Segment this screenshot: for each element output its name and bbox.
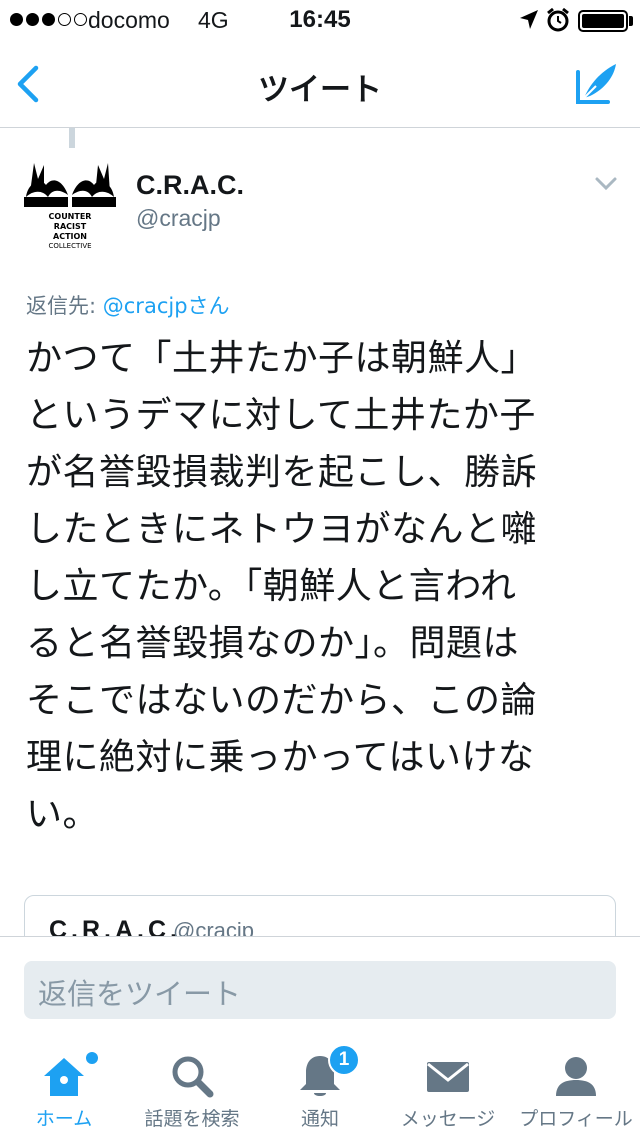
tab-messages[interactable]: メッセージ xyxy=(384,1036,512,1136)
tweet-menu-button[interactable] xyxy=(594,176,618,196)
tab-profile[interactable]: プロフィール xyxy=(512,1036,640,1136)
tweet-line: そこではないのだから、この論 xyxy=(26,680,538,721)
user-name[interactable]: C.R.A.C. xyxy=(136,170,244,201)
tweet-text: かつて「土井たか子は朝鮮人」 というデマに対して土井たか子 が名誉毀損裁判を起こ… xyxy=(26,330,616,843)
location-icon xyxy=(518,8,540,38)
reply-to-mention[interactable]: @cracjpさん xyxy=(103,294,230,318)
avatar-text-3: ACTION xyxy=(53,232,87,241)
tab-home[interactable]: ホーム xyxy=(0,1036,128,1136)
tab-bar: ホーム 話題を検索 通知 1 メッセージ プロフィール xyxy=(0,1036,640,1136)
tweet-line: が名誉毀損裁判を起こし、勝訴 xyxy=(26,452,538,493)
tweet-line: い。 xyxy=(26,794,100,835)
reply-input[interactable]: 返信をツイート xyxy=(24,961,616,1019)
notification-badge: 1 xyxy=(328,1044,360,1076)
tab-search-label: 話題を検索 xyxy=(144,1108,240,1130)
page-title: ツイート xyxy=(258,72,382,108)
home-icon xyxy=(44,1058,84,1096)
user-handle[interactable]: @cracjp xyxy=(136,205,221,232)
person-icon xyxy=(556,1057,596,1096)
reply-to-label: 返信先: xyxy=(26,294,103,318)
tweet-line: かつて「土井たか子は朝鮮人」 xyxy=(26,338,538,379)
thread-connector-line xyxy=(69,128,75,148)
tweet-line: 理に絶対に乗っかってはいけな xyxy=(26,737,535,778)
alarm-icon xyxy=(546,7,570,39)
tab-messages-label: メッセージ xyxy=(400,1108,496,1130)
reply-bar: 返信をツイート xyxy=(0,936,640,1036)
tab-search[interactable]: 話題を検索 xyxy=(128,1036,256,1136)
tweet-line: というデマに対して土井たか子 xyxy=(26,395,536,436)
tab-notifications-label: 通知 xyxy=(300,1108,339,1130)
tweet-line: したときにネトウヨがなんと囃 xyxy=(26,509,538,550)
chevron-down-icon xyxy=(595,177,617,191)
home-new-indicator xyxy=(86,1052,98,1064)
crac-logo-icon: COUNTER RACIST ACTION COLLECTIVE xyxy=(24,163,116,250)
battery-tip xyxy=(629,16,633,26)
search-icon xyxy=(172,1056,214,1098)
nav-bar: ツイート xyxy=(0,40,640,128)
status-bar: docomo 4G 16:45 xyxy=(0,0,640,40)
tab-profile-label: プロフィール xyxy=(519,1108,633,1130)
tweet-line: ると名誉毀損なのか」。問題は xyxy=(26,623,520,664)
tweet-line: し立てたか。「朝鮮人と言われ xyxy=(26,566,517,607)
reply-to-line: 返信先: @cracjpさん xyxy=(26,290,230,320)
status-time: 16:45 xyxy=(289,6,351,33)
tab-home-label: ホーム xyxy=(35,1108,93,1130)
compose-tweet-button[interactable] xyxy=(570,58,622,110)
avatar-text-1: COUNTER xyxy=(49,212,92,221)
tab-notifications[interactable]: 通知 xyxy=(256,1036,384,1136)
avatar[interactable]: COUNTER RACIST ACTION COLLECTIVE xyxy=(22,155,118,251)
avatar-text-2: RACIST xyxy=(54,222,87,231)
envelope-icon xyxy=(427,1062,469,1092)
avatar-text-4: COLLECTIVE xyxy=(48,242,91,250)
compose-tweet-icon xyxy=(576,64,616,104)
battery-icon xyxy=(578,10,628,32)
